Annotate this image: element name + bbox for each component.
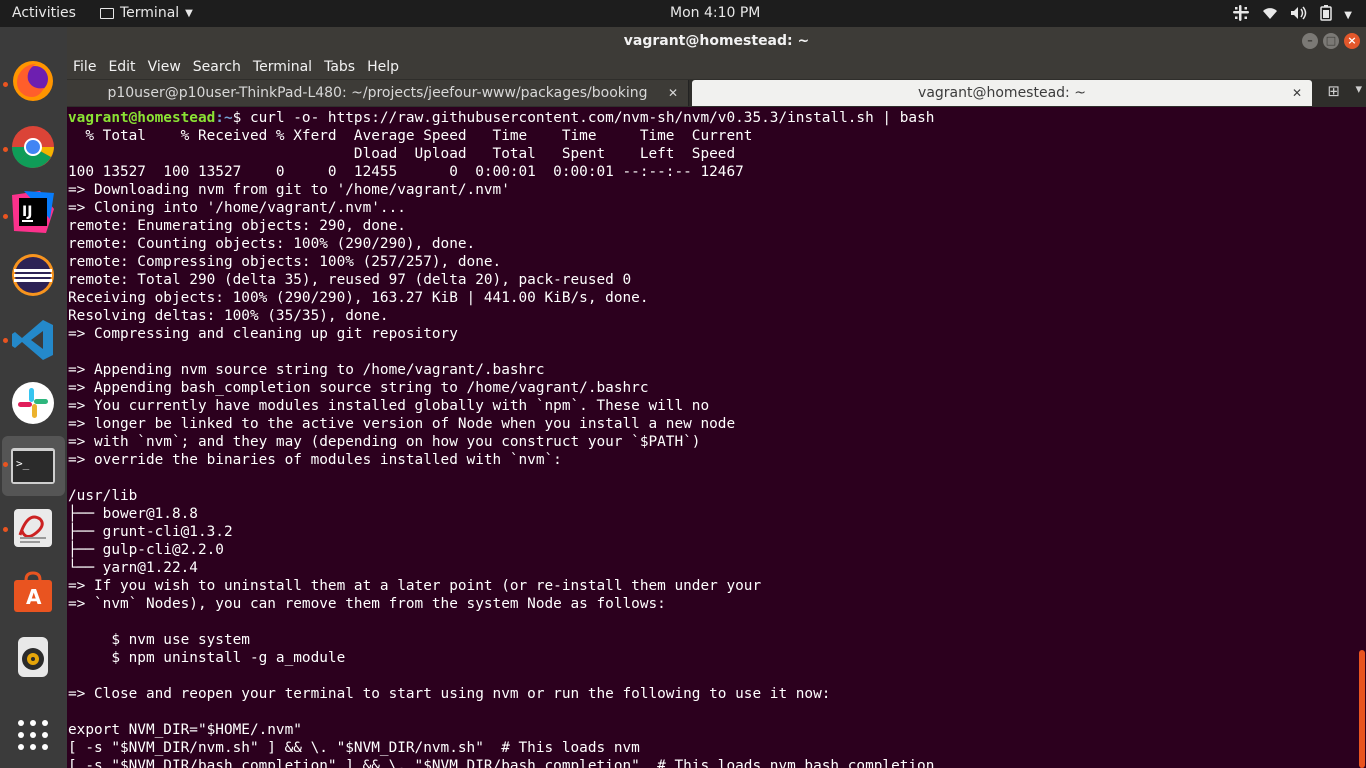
tab-homestead[interactable]: vagrant@homestead: ~ ✕: [692, 80, 1312, 106]
scrollbar-thumb[interactable]: [1359, 650, 1365, 768]
activities-button[interactable]: Activities: [12, 5, 76, 21]
menu-edit[interactable]: Edit: [102, 57, 141, 79]
svg-text:IJ: IJ: [22, 204, 32, 220]
clock[interactable]: Mon 4:10 PM: [670, 5, 760, 21]
slack-tray-icon[interactable]: [1232, 4, 1250, 26]
app-menu-label: Terminal: [120, 5, 180, 21]
tab-label: vagrant@homestead: ~: [918, 85, 1086, 101]
terminal-app-icon[interactable]: >_: [10, 443, 56, 489]
menu-tabs[interactable]: Tabs: [318, 57, 361, 79]
dock: IJ >_ A: [0, 27, 67, 768]
running-indicator: [3, 462, 8, 467]
tab-bar: p10user@p10user-ThinkPad-L480: ~/project…: [67, 79, 1366, 107]
prompt-user: vagrant@homestead: [68, 110, 216, 126]
maximize-button[interactable]: □: [1323, 33, 1339, 49]
menu-terminal[interactable]: Terminal: [247, 57, 318, 79]
running-indicator: [3, 338, 8, 343]
software-center-icon[interactable]: A: [10, 570, 56, 616]
volume-icon[interactable]: [1290, 6, 1308, 24]
top-bar: Activities Terminal ▼ Mon 4:10 PM ▼: [0, 0, 1366, 27]
close-tab-icon[interactable]: ✕: [668, 80, 678, 106]
svg-text:A: A: [26, 585, 42, 609]
tab-menu-chevron-icon[interactable]: ▾: [1355, 82, 1362, 97]
new-tab-icon[interactable]: ⊞: [1327, 82, 1340, 100]
intellij-icon[interactable]: IJ: [10, 189, 56, 235]
system-menu-chevron-icon[interactable]: ▼: [1344, 10, 1352, 21]
menu-search[interactable]: Search: [187, 57, 247, 79]
terminal-icon: [100, 7, 114, 19]
command-line: curl -o- https://raw.githubusercontent.c…: [249, 110, 935, 126]
svg-text:>_: >_: [16, 457, 30, 470]
minimize-button[interactable]: –: [1302, 33, 1318, 49]
document-viewer-icon[interactable]: [10, 505, 56, 551]
prompt-path: :~: [215, 110, 233, 126]
system-tray[interactable]: ▼: [1232, 4, 1352, 26]
firefox-icon[interactable]: [10, 58, 56, 104]
vscode-icon[interactable]: [10, 317, 56, 363]
running-indicator: [3, 82, 8, 87]
chevron-down-icon: ▼: [185, 7, 193, 19]
terminal-output: % Total % Received % Xferd Average Speed…: [68, 128, 935, 768]
terminal-text: vagrant@homestead:~$ curl -o- https://ra…: [67, 107, 1357, 768]
slack-icon[interactable]: [10, 380, 56, 426]
close-tab-icon[interactable]: ✕: [1292, 80, 1302, 106]
window-title: vagrant@homestead: ~: [623, 33, 810, 49]
terminal-view[interactable]: vagrant@homestead:~$ curl -o- https://ra…: [67, 107, 1357, 768]
menu-bar: File Edit View Search Terminal Tabs Help: [67, 57, 1366, 79]
menu-view[interactable]: View: [142, 57, 187, 79]
chrome-icon[interactable]: [10, 124, 56, 170]
running-indicator: [3, 214, 8, 219]
app-menu-button[interactable]: Terminal ▼: [100, 5, 193, 21]
prompt-symbol: $: [232, 110, 250, 126]
menu-help[interactable]: Help: [361, 57, 405, 79]
window-titlebar[interactable]: vagrant@homestead: ~ – □ ×: [67, 27, 1366, 57]
running-indicator: [3, 147, 8, 152]
running-indicator: [3, 527, 8, 532]
eclipse-icon[interactable]: [10, 252, 56, 298]
battery-icon[interactable]: [1320, 5, 1333, 25]
close-button[interactable]: ×: [1344, 33, 1360, 49]
tab-local[interactable]: p10user@p10user-ThinkPad-L480: ~/project…: [67, 80, 689, 106]
rhythmbox-icon[interactable]: [10, 634, 56, 680]
menu-file[interactable]: File: [67, 57, 102, 79]
show-applications-icon[interactable]: [10, 712, 56, 758]
tab-label: p10user@p10user-ThinkPad-L480: ~/project…: [107, 85, 648, 101]
wifi-icon[interactable]: [1262, 6, 1278, 24]
